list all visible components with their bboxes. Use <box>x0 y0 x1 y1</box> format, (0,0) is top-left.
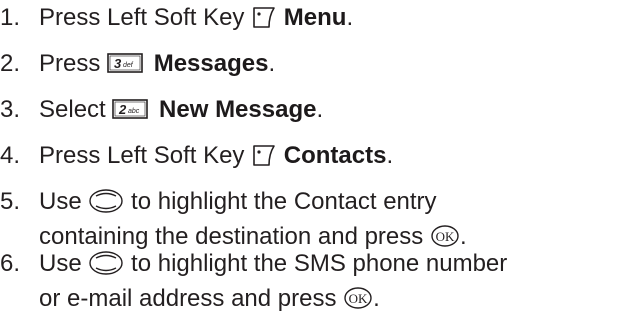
navigation-key-icon <box>89 188 124 213</box>
instruction-list: 1. Press Left Soft Key Menu. 2. Press 3 de… <box>0 0 629 316</box>
svg-text:abc: abc <box>128 108 140 115</box>
period: . <box>373 285 380 312</box>
step-text: Press Left Soft Key <box>39 4 245 31</box>
step-4: 4. Press Left Soft Key Contacts. <box>0 138 393 173</box>
step-5: 5. Use to highlight the Contact entry con… <box>0 184 467 254</box>
step-number: 6. <box>0 250 21 277</box>
svg-text:3: 3 <box>114 56 122 71</box>
step-text: Press <box>39 50 101 77</box>
step-text: Use <box>39 188 82 215</box>
step-text: to highlight the SMS phone number <box>131 250 508 277</box>
svg-text:def: def <box>123 62 134 69</box>
step-6: 6. Use to highlight the SMS phone number … <box>0 246 507 316</box>
ok-key-icon: OK <box>431 224 459 247</box>
svg-text:2: 2 <box>118 102 127 117</box>
step-1: 1. Press Left Soft Key Menu. <box>0 0 353 35</box>
key-2-icon: 2 abc <box>112 98 149 119</box>
step-text: to highlight the Contact entry <box>131 188 437 215</box>
period: . <box>346 4 354 31</box>
new-message-label: New Message <box>159 96 317 123</box>
step-text: Press Left Soft Key <box>39 142 245 169</box>
step-text: Select <box>39 96 106 123</box>
period: . <box>386 142 394 169</box>
svg-text:OK: OK <box>436 229 455 244</box>
navigation-key-icon <box>89 250 124 275</box>
ok-key-icon: OK <box>344 286 372 309</box>
menu-label: Menu <box>283 4 347 31</box>
contacts-label: Contacts <box>283 142 387 169</box>
step-2: 2. Press 3 def Messages. <box>0 46 275 81</box>
step-text: Use <box>39 250 82 277</box>
left-soft-key-icon <box>253 144 275 166</box>
step-number: 1. <box>0 4 21 31</box>
messages-label: Messages <box>153 50 269 77</box>
period: . <box>316 96 324 123</box>
period: . <box>268 50 276 77</box>
key-3-icon: 3 def <box>107 52 143 73</box>
step-number: 4. <box>0 142 21 169</box>
step-number: 3. <box>0 96 21 123</box>
step-text: or e-mail address and press <box>39 285 337 312</box>
step-3: 3. Select 2 abc New Message. <box>0 92 323 127</box>
step-number: 5. <box>0 188 21 215</box>
left-soft-key-icon <box>253 6 275 28</box>
svg-text:OK: OK <box>349 291 368 306</box>
step-number: 2. <box>0 50 21 77</box>
